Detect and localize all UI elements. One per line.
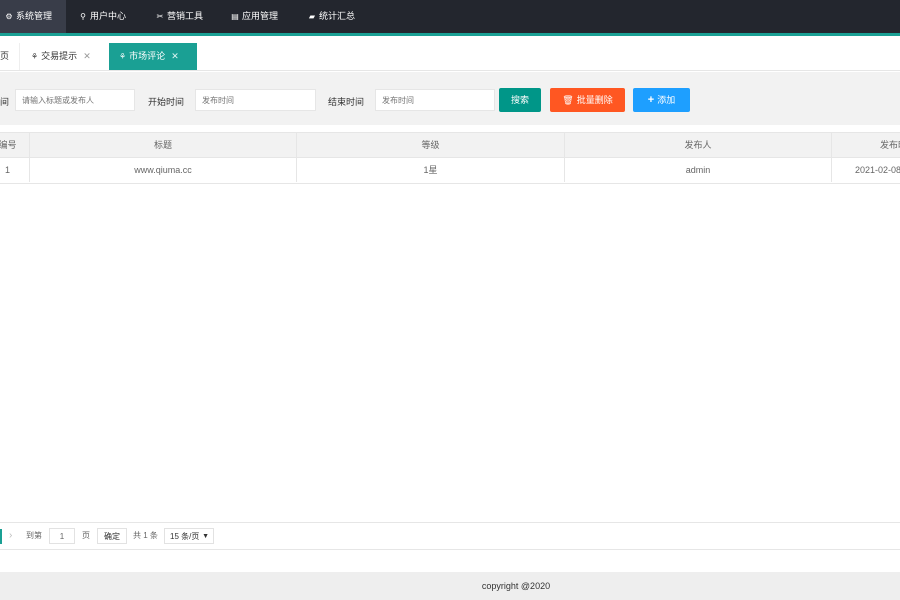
end-time-input[interactable]	[375, 89, 495, 111]
chat-icon: ▰	[308, 12, 316, 21]
nav-item-label: 用户中心	[90, 11, 127, 21]
total-count: 共 1 条	[133, 531, 158, 540]
cell-id: 1	[4, 165, 10, 175]
next-page-icon[interactable]: ›	[9, 528, 12, 544]
header-cell[interactable]: 发布时	[831, 133, 900, 157]
tab-market-comments[interactable]: ⚘ 市场评论 ✕	[109, 43, 197, 70]
close-icon[interactable]: ✕	[171, 51, 179, 61]
batch-delete-button[interactable]: 🗑 批量删除	[550, 88, 625, 112]
tab-label: 交易提示	[41, 51, 78, 61]
tab-label: 页	[0, 51, 10, 61]
app-icon: ▤	[231, 12, 239, 21]
end-time-label: 结束时间	[328, 97, 365, 107]
network-icon: ⚘	[119, 52, 127, 61]
close-icon[interactable]: ✕	[83, 51, 91, 61]
cell-level: 1星	[296, 158, 564, 182]
pagination: › 到第 1 页 确定 共 1 条 15 条/页 ▼	[0, 522, 900, 550]
cell-title: www.qiuma.cc	[29, 158, 296, 182]
header-cell[interactable]: 等级	[296, 133, 564, 157]
nav-item-label: 营销工具	[167, 11, 204, 21]
table-row[interactable]: 1 www.qiuma.cc 1星 admin 2021-02-08	[0, 158, 900, 184]
nav-item-apps[interactable]: ▤ 应用管理	[230, 0, 278, 33]
nav-item-stats[interactable]: ▰ 统计汇总	[307, 0, 355, 33]
user-icon: ⚲	[80, 12, 86, 21]
tab-home[interactable]: 页	[0, 43, 21, 70]
tab-trade-tips[interactable]: ⚘ 交易提示 ✕	[31, 43, 91, 70]
page-number-input[interactable]: 1	[49, 528, 75, 544]
batch-delete-label: 批量删除	[576, 95, 613, 105]
per-page-select[interactable]: 15 条/页 ▼	[164, 528, 214, 544]
chevron-down-icon: ▼	[202, 533, 209, 540]
search-button[interactable]: 搜索	[499, 88, 541, 112]
copyright-text: copyright @2020	[481, 581, 551, 591]
per-page-value: 15 条/页	[170, 532, 200, 541]
tools-icon: ✂	[156, 12, 164, 21]
nav-item-marketing[interactable]: ✂ 营销工具	[155, 0, 203, 33]
nav-item-label: 统计汇总	[319, 11, 356, 21]
network-icon: ⚘	[31, 52, 39, 61]
nav-item-users[interactable]: ⚲ 用户中心	[78, 0, 126, 33]
plus-icon: +	[647, 94, 655, 106]
start-time-label: 开始时间	[148, 97, 185, 107]
field-label: 间	[0, 97, 10, 107]
add-button[interactable]: + 添加	[633, 88, 690, 112]
goto-label: 到第	[26, 531, 42, 540]
footer: copyright @2020	[0, 572, 900, 600]
nav-item-label: 系统管理	[16, 11, 53, 21]
cell-publisher: admin	[564, 158, 831, 182]
add-label: 添加	[657, 95, 676, 105]
tab-bar: 页 ⚘ 交易提示 ✕ ⚘ 市场评论 ✕	[0, 36, 900, 71]
table-header: 编号 标题 等级 发布人 发布时	[0, 132, 900, 158]
start-time-input[interactable]	[195, 89, 316, 111]
keyword-input[interactable]	[15, 89, 135, 111]
nav-item-system[interactable]: ⚙ 系统管理	[0, 0, 66, 33]
top-navbar: ⚙ 系统管理 ⚲ 用户中心 ✂ 营销工具 ▤ 应用管理 ▰ 统计汇总	[0, 0, 900, 36]
current-page-indicator	[0, 529, 2, 544]
header-cell[interactable]: 标题	[29, 133, 296, 157]
trash-icon: 🗑	[562, 95, 574, 105]
header-cell[interactable]: 编号	[0, 133, 29, 157]
tab-label: 市场评论	[129, 51, 166, 61]
header-cell[interactable]: 发布人	[564, 133, 831, 157]
gear-icon: ⚙	[5, 12, 13, 21]
cell-publish-time: 2021-02-08	[831, 158, 900, 182]
page-unit-label: 页	[82, 531, 90, 540]
confirm-button[interactable]: 确定	[97, 528, 127, 544]
nav-item-label: 应用管理	[242, 11, 279, 21]
